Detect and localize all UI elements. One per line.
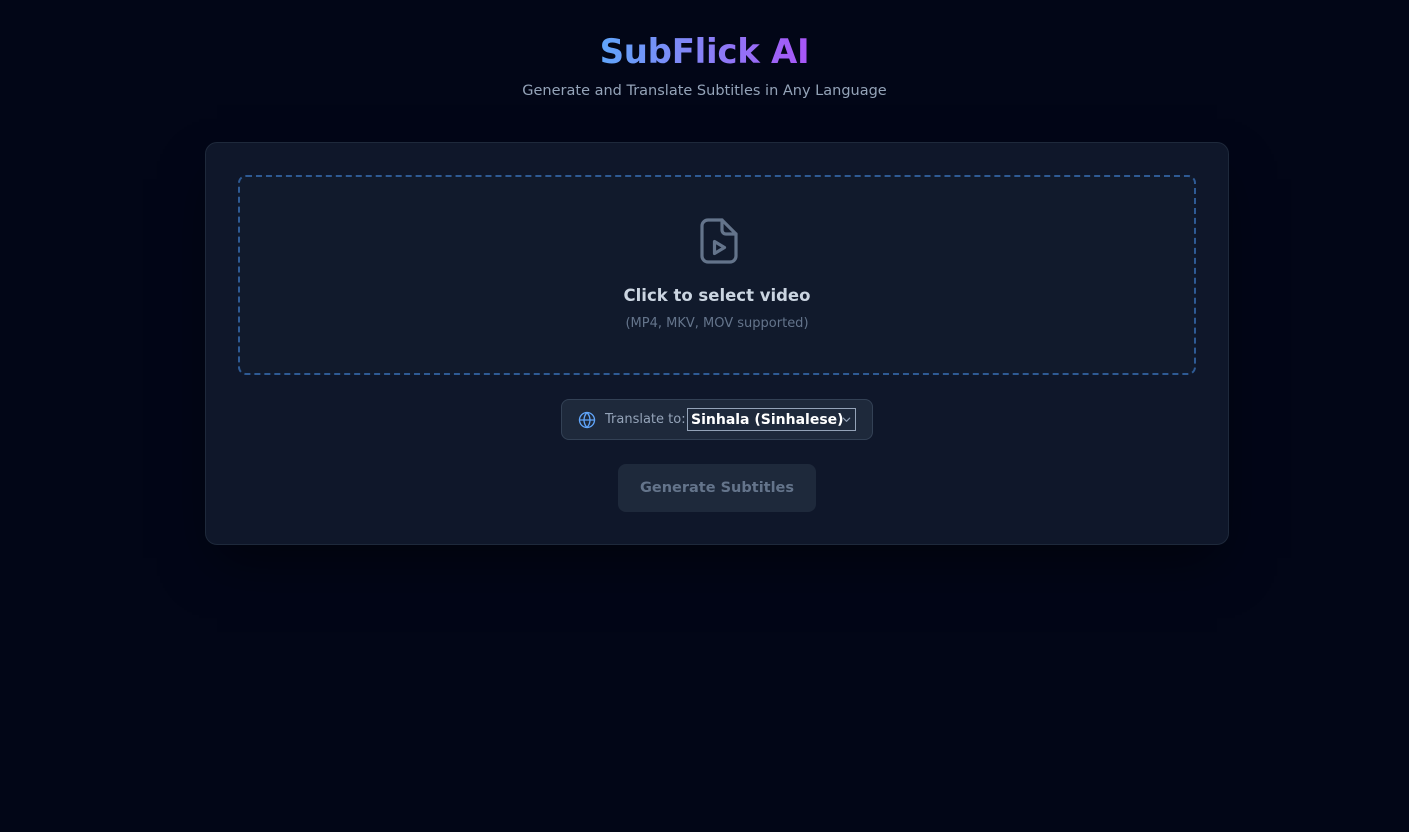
selected-language: Sinhala (Sinhalese) — [691, 412, 844, 428]
dropzone-title: Click to select video — [623, 286, 811, 305]
upload-card: Click to select video (MP4, MKV, MOV sup… — [205, 142, 1229, 545]
app-title: SubFlick AI — [599, 32, 810, 72]
file-video-icon — [700, 218, 738, 264]
translate-control: Translate to: Sinhala (Sinhalese) — [561, 399, 873, 440]
video-dropzone[interactable]: Click to select video (MP4, MKV, MOV sup… — [238, 175, 1196, 375]
app-subtitle: Generate and Translate Subtitles in Any … — [522, 83, 887, 99]
page: SubFlick AI Generate and Translate Subti… — [0, 0, 1409, 832]
translate-label: Translate to: — [605, 412, 686, 427]
language-select[interactable]: Sinhala (Sinhalese) — [687, 408, 856, 431]
dropzone-hint: (MP4, MKV, MOV supported) — [625, 316, 809, 331]
globe-icon — [578, 411, 596, 429]
app-header: SubFlick AI Generate and Translate Subti… — [0, 30, 1409, 102]
generate-subtitles-button[interactable]: Generate Subtitles — [618, 464, 816, 512]
chevron-down-icon — [842, 417, 851, 422]
